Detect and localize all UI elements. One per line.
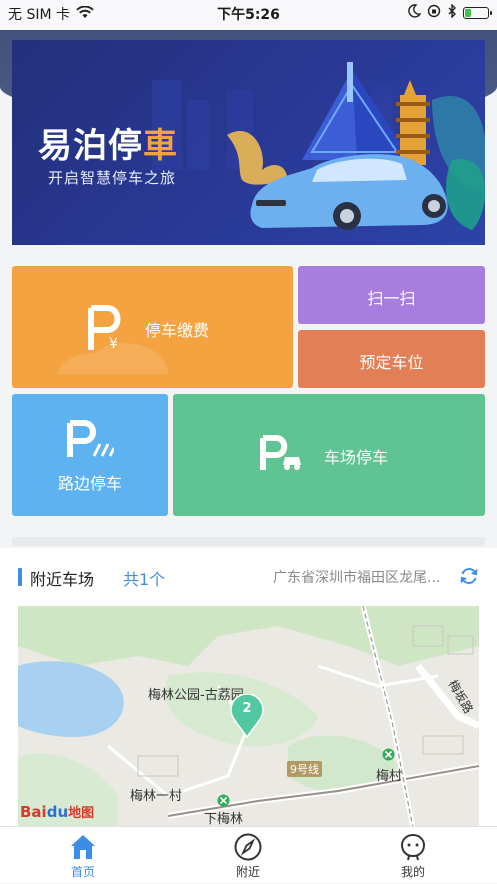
svg-text:¥: ¥ [109,336,118,352]
map-label-metro-line: 9号线 [287,761,322,777]
marker-count: 2 [242,701,252,716]
map-label-station-meicun: 梅村 [376,769,403,784]
parking-payment-button[interactable]: ¥ 停车缴费 [12,266,293,388]
baidu-map-logo: Baidu地图 [20,803,95,821]
bottom-tab-bar: 首页 附近 我的 [0,826,497,883]
roadside-parking-button[interactable]: 路边停车 [12,394,168,516]
tab-nearby-label: 附近 [235,865,260,879]
status-bar: 无 SIM 卡 下午5:26 [0,0,497,26]
parking-payment-label: 停车缴费 [145,321,210,340]
tab-profile[interactable]: 我的 [353,827,473,884]
nearby-count[interactable]: 共1个 [123,566,165,590]
lot-parking-button[interactable]: 车场停车 [173,394,485,516]
rotation-lock-icon [427,4,441,22]
battery-fill [465,9,471,17]
compass-icon [233,832,263,862]
parking-cluster-marker[interactable]: 2 [230,694,264,738]
bluetooth-icon [447,3,457,22]
battery-icon [463,7,492,19]
tab-profile-label: 我的 [400,865,425,879]
roadside-parking-icon [66,420,116,464]
lot-parking-icon [259,435,303,477]
roadside-parking-label: 路边停车 [57,474,122,493]
refresh-icon[interactable] [459,566,479,586]
section-accent-bar [18,568,22,586]
tab-home[interactable]: 首页 [23,827,143,884]
banner-slogan: 开启智慧停车之旅 [48,169,177,187]
nearby-title: 附近车场 [30,570,95,589]
parking-pay-icon: ¥ [87,304,131,356]
section-divider [12,537,485,546]
scan-button[interactable]: 扫一扫 [298,266,485,324]
profile-icon [398,832,428,862]
map-label-village: 梅林一村 [130,789,183,804]
nearby-parking-section: 附近车场 共1个 广东省深圳市福田区龙尾... 梅林公园-古荔园 梅林一村 下梅… [0,548,497,828]
tab-nearby[interactable]: 附近 [188,827,308,884]
app-logo: 易泊停車 [38,126,178,166]
current-address[interactable]: 广东省深圳市福田区龙尾... [273,567,451,587]
reserve-space-label: 预定车位 [359,353,424,372]
lot-parking-label: 车场停车 [324,448,389,467]
nearby-map[interactable]: 梅林公园-古荔园 梅林一村 下梅林 梅村 9号线 梅坂路 2 Baidu地图 [18,606,479,828]
reserve-space-button[interactable]: 预定车位 [298,330,485,388]
tab-home-label: 首页 [70,865,95,879]
promo-banner[interactable]: 易泊停車 开启智慧停车之旅 [12,40,485,245]
scan-label: 扫一扫 [367,289,416,308]
service-grid: ¥ 停车缴费 扫一扫 预定车位 路边停车 车场停车 [12,266,485,516]
map-label-station-xiameilin: 下梅林 [204,812,244,827]
moon-icon [407,4,422,22]
home-icon [68,832,98,862]
